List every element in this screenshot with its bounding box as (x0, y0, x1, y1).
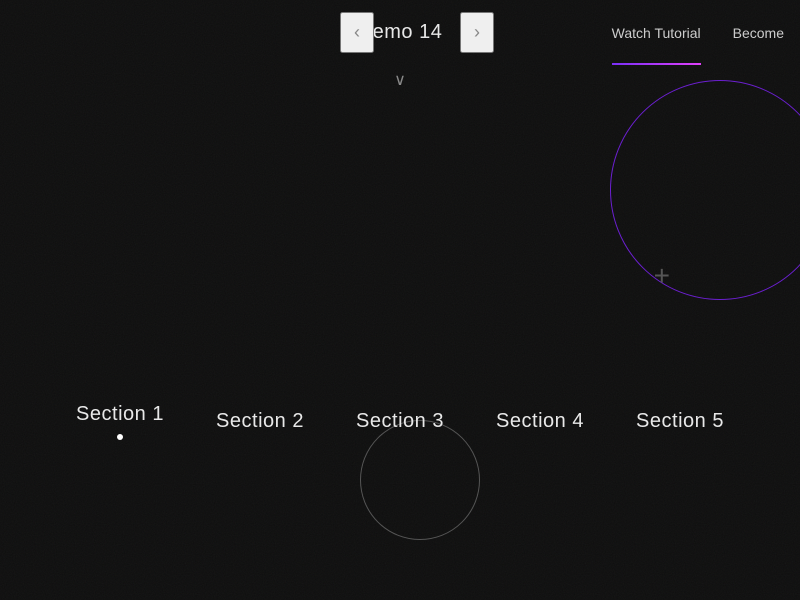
section-1-label: Section 1 (76, 403, 164, 426)
section-2-label: Section 2 (216, 410, 304, 433)
deco-circle-large (610, 80, 800, 300)
section-5-item[interactable]: Section 5 (636, 410, 724, 433)
chevron-down-icon[interactable]: ∨ (394, 70, 406, 90)
section-3-item[interactable]: Section 3 (356, 410, 444, 433)
next-button[interactable]: › (460, 12, 494, 53)
section-4-label: Section 4 (496, 410, 584, 433)
prev-button[interactable]: ‹ (340, 12, 374, 53)
section-1-dot (117, 434, 123, 440)
top-nav: Watch Tutorial Become (596, 0, 800, 65)
section-1-item[interactable]: Section 1 (76, 403, 164, 440)
deco-plus-icon: + (654, 260, 670, 292)
section-5-label: Section 5 (636, 410, 724, 433)
header: ‹ Demo 14 › Watch Tutorial Become (0, 0, 800, 65)
section-3-label: Section 3 (356, 410, 444, 433)
watch-tutorial-link[interactable]: Watch Tutorial (596, 0, 717, 65)
become-link[interactable]: Become (717, 0, 800, 65)
sections-container: Section 1 Section 2 Section 3 Section 4 Sect… (0, 403, 800, 440)
section-2-item[interactable]: Section 2 (216, 410, 304, 433)
section-4-item[interactable]: Section 4 (496, 410, 584, 433)
